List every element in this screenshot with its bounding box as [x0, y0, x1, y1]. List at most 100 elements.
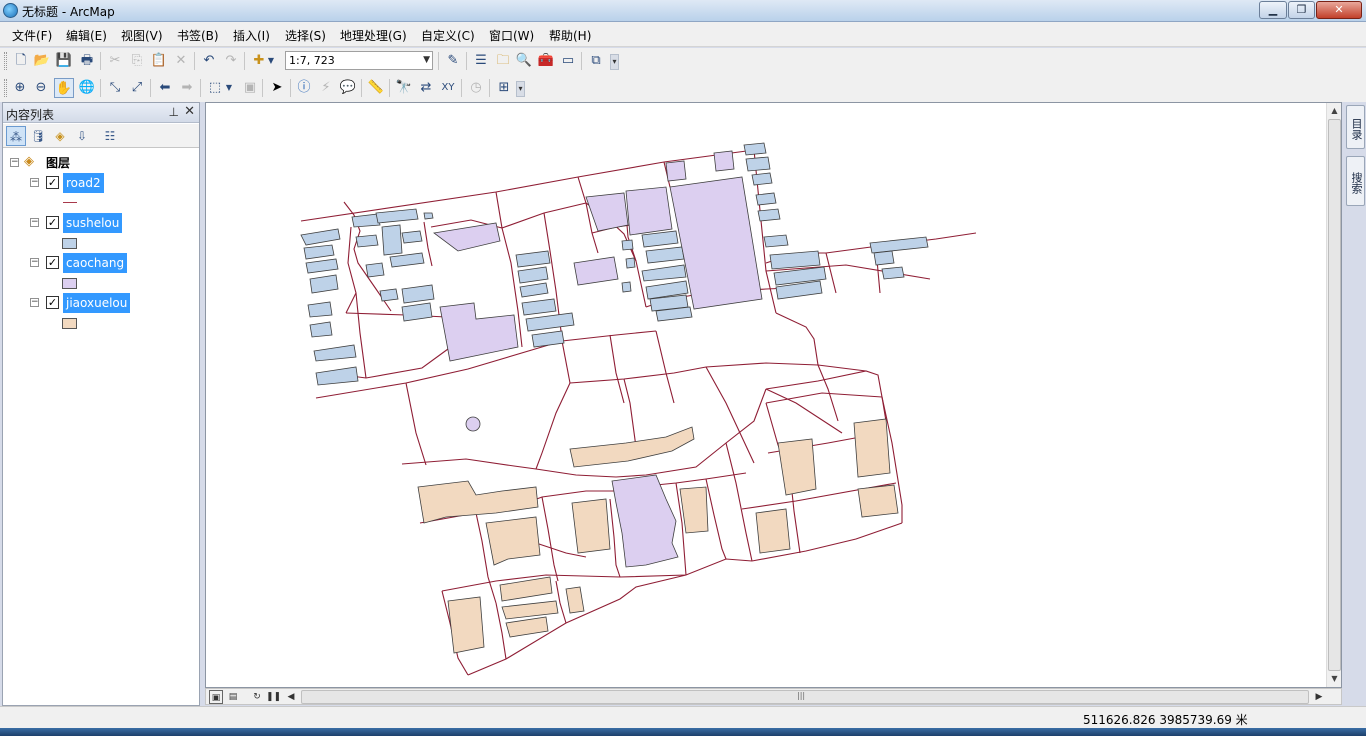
minimize-button[interactable]: ▁ [1259, 1, 1287, 19]
layer-name-caochang[interactable]: caochang [63, 253, 128, 273]
map-scale-select[interactable]: 1:7, 723 ▼ [285, 51, 433, 70]
toolbar-grip[interactable] [4, 52, 7, 70]
layer-name-road2[interactable]: road2 [63, 173, 104, 193]
search-window-icon[interactable]: 🔍 [514, 51, 534, 71]
map-display[interactable] [205, 102, 1342, 688]
layer-visibility-checkbox[interactable]: ✓ [46, 256, 59, 269]
editor-toolbar-icon[interactable]: ✎ [443, 51, 463, 71]
go-forward-extent-icon[interactable]: ➡ [177, 78, 197, 98]
menu-bookmarks[interactable]: 书签(B) [177, 27, 219, 44]
modelbuilder-icon[interactable]: ⧉ [586, 51, 606, 71]
open-folder-icon[interactable]: 📂 [32, 51, 52, 71]
zoom-in-icon[interactable]: ⊕ [10, 78, 30, 98]
clear-selection-icon[interactable]: ▣ [240, 78, 260, 98]
full-extent-globe-icon[interactable]: 🌐 [77, 78, 97, 98]
collapse-group-icon[interactable]: − [10, 158, 19, 167]
collapse-layer-icon[interactable]: − [30, 258, 39, 267]
zoom-out-icon[interactable]: ⊖ [31, 78, 51, 98]
list-by-source-icon[interactable]: 🛢 [28, 126, 48, 146]
select-features-icon[interactable]: ⬚ [205, 78, 225, 98]
layer-name-jiaoxuelou[interactable]: jiaoxuelou [63, 293, 131, 313]
find-route-icon[interactable]: ⇄ [416, 78, 436, 98]
fill-symbol[interactable] [62, 278, 77, 289]
scroll-up-arrow-icon[interactable]: ▲ [1327, 103, 1342, 118]
collapse-layer-icon[interactable]: − [30, 218, 39, 227]
maximize-button[interactable]: ❐ [1288, 1, 1315, 19]
menu-edit[interactable]: 编辑(E) [66, 27, 107, 44]
new-document-icon[interactable]: 🗋 [11, 51, 31, 71]
find-binoculars-icon[interactable]: 🔭 [394, 78, 414, 98]
pan-hand-icon[interactable]: ✋ [54, 78, 74, 98]
menu-customize[interactable]: 自定义(C) [421, 27, 475, 44]
toolbar-options-icon[interactable]: ▾ [516, 81, 525, 97]
go-to-xy-icon[interactable]: XY [438, 78, 458, 98]
catalog-tab[interactable]: 目录 [1346, 105, 1365, 149]
save-icon[interactable]: 💾 [54, 51, 74, 71]
redo-icon[interactable]: ↷ [221, 51, 241, 71]
menu-insert[interactable]: 插入(I) [233, 27, 270, 44]
paste-icon[interactable]: 📋 [149, 51, 169, 71]
scroll-thumb[interactable] [1328, 119, 1341, 671]
table-of-contents-icon[interactable]: ☰ [471, 51, 491, 71]
toolbar-grip[interactable] [4, 79, 7, 97]
close-icon[interactable]: ✕ [184, 104, 195, 119]
map-canvas[interactable] [206, 103, 1326, 687]
arctoolbox-icon[interactable]: 🧰 [536, 51, 556, 71]
pause-drawing-icon[interactable]: ❚❚ [266, 690, 281, 704]
separator [581, 52, 582, 70]
menu-windows[interactable]: 窗口(W) [489, 27, 534, 44]
select-elements-arrow-icon[interactable]: ➤ [267, 78, 287, 98]
select-dropdown-icon[interactable]: ▼ [224, 78, 234, 98]
fixed-zoom-out-icon[interactable]: ⤢ [127, 78, 147, 98]
python-window-icon[interactable]: ▭ [558, 51, 578, 71]
separator [194, 52, 195, 70]
map-vertical-scrollbar[interactable]: ▲ ▼ [1326, 103, 1341, 687]
pin-icon[interactable]: ⊥ [169, 105, 179, 119]
close-button[interactable]: ✕ [1316, 1, 1362, 19]
time-slider-icon[interactable]: ◷ [466, 78, 486, 98]
data-frame-label[interactable]: 图层 [46, 154, 70, 171]
print-icon[interactable]: 🖶 [77, 51, 97, 71]
go-back-extent-icon[interactable]: ⬅ [155, 78, 175, 98]
collapse-layer-icon[interactable]: − [30, 298, 39, 307]
html-popup-icon[interactable]: 💬 [338, 78, 358, 98]
undo-icon[interactable]: ↶ [199, 51, 219, 71]
delete-icon[interactable]: ✕ [171, 51, 191, 71]
teaching-building-polygon [679, 486, 709, 534]
fill-symbol[interactable] [62, 318, 77, 329]
cut-icon[interactable]: ✂ [105, 51, 125, 71]
scroll-right-arrow-icon[interactable]: ▶ [1312, 690, 1326, 704]
menu-selection[interactable]: 选择(S) [285, 27, 326, 44]
measure-icon[interactable]: 📏 [366, 78, 386, 98]
line-symbol[interactable] [63, 202, 77, 203]
create-viewer-window-icon[interactable]: ⊞ [494, 78, 514, 98]
list-by-visibility-icon[interactable]: ◈ [50, 126, 70, 146]
horizontal-scrollbar[interactable]: ||| [301, 690, 1309, 704]
list-by-drawing-order-icon[interactable]: ⁂ [6, 126, 26, 146]
fixed-zoom-in-icon[interactable]: ⤡ [105, 78, 125, 98]
copy-icon[interactable]: ⎘ [127, 51, 147, 71]
identify-icon[interactable]: ⓘ [294, 78, 314, 98]
layer-visibility-checkbox[interactable]: ✓ [46, 296, 59, 309]
layer-name-sushelou[interactable]: sushelou [63, 213, 123, 233]
scroll-down-arrow-icon[interactable]: ▼ [1327, 671, 1342, 686]
refresh-icon[interactable]: ↻ [250, 690, 264, 704]
layer-visibility-checkbox[interactable]: ✓ [46, 216, 59, 229]
add-data-dropdown-icon[interactable]: ▼ [266, 51, 276, 71]
list-by-selection-icon[interactable]: ⇩ [72, 126, 92, 146]
collapse-layer-icon[interactable]: − [30, 178, 39, 187]
menu-geoprocessing[interactable]: 地理处理(G) [340, 27, 407, 44]
menu-view[interactable]: 视图(V) [121, 27, 163, 44]
menu-file[interactable]: 文件(F) [12, 27, 52, 44]
toolbar-options-icon[interactable]: ▾ [610, 54, 619, 70]
catalog-window-icon[interactable]: 🗀 [493, 51, 513, 71]
layout-view-icon[interactable]: ▤ [226, 690, 240, 704]
scroll-left-arrow-icon[interactable]: ◀ [284, 690, 298, 704]
hyperlink-icon[interactable]: ⚡ [316, 78, 336, 98]
layer-visibility-checkbox[interactable]: ✓ [46, 176, 59, 189]
search-tab[interactable]: 搜索 [1346, 156, 1365, 206]
data-view-icon[interactable]: ▣ [209, 690, 223, 704]
menu-help[interactable]: 帮助(H) [549, 27, 591, 44]
fill-symbol[interactable] [62, 238, 77, 249]
options-icon[interactable]: ☷ [100, 126, 120, 146]
